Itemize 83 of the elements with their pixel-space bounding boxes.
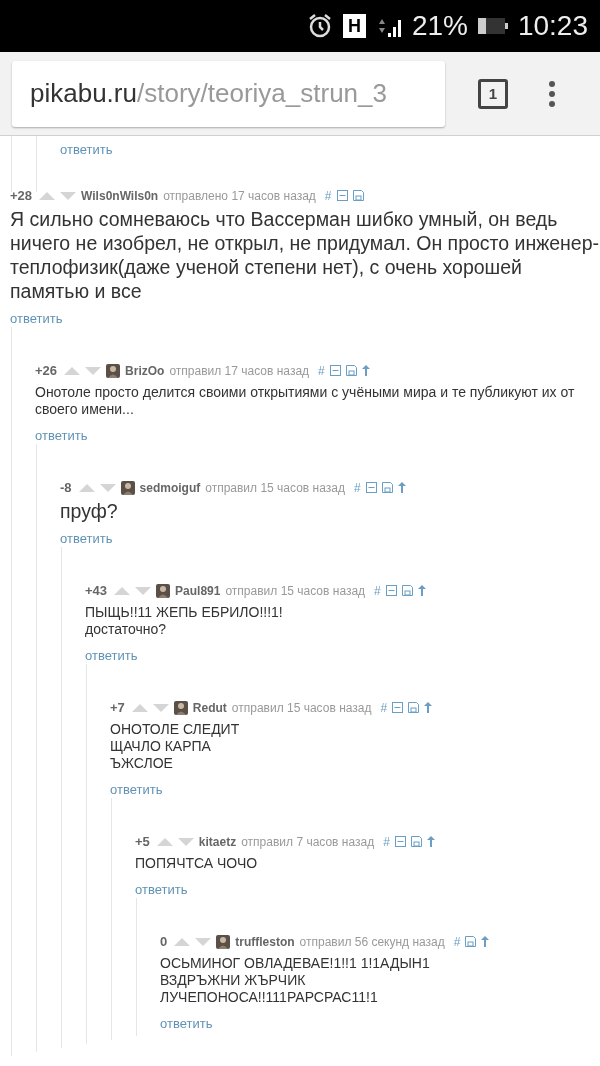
comment-score: +43 xyxy=(85,583,108,598)
comment-score: 0 xyxy=(160,934,168,949)
comment-author[interactable]: sedmoiguf xyxy=(139,480,201,495)
up-arrow-icon[interactable] xyxy=(397,482,406,493)
save-icon[interactable] xyxy=(352,190,364,201)
collapse-icon[interactable] xyxy=(385,585,397,596)
battery-percent: 21% xyxy=(411,10,468,42)
comment-meta: отправлено 17 часов назад xyxy=(163,188,316,203)
save-icon[interactable] xyxy=(408,702,420,713)
comment-author[interactable]: truffleston xyxy=(235,934,295,949)
comment-score: -8 xyxy=(60,480,72,495)
collapse-icon[interactable] xyxy=(365,482,377,493)
comment-author[interactable]: Redut xyxy=(192,700,227,715)
reply-link[interactable]: ответить xyxy=(85,648,138,663)
battery-icon xyxy=(477,16,508,36)
up-arrow-icon[interactable] xyxy=(426,836,435,847)
comment-author[interactable]: BrizOo xyxy=(125,363,165,378)
network-type-indicator: H xyxy=(342,14,366,38)
comment-meta: отправил 56 секунд назад xyxy=(299,934,445,949)
comment-score: +28 xyxy=(10,188,33,203)
collapse-icon[interactable] xyxy=(329,365,341,376)
save-icon[interactable] xyxy=(401,585,413,596)
comment-text: ОСЬМИНОГ ОВЛАДЕВАЕ!1!!1 1!1АДЫН1 ВЗДРЪЖНИ ЖЪРЧИК ЛУЧЕПОНОСА!!111РАРСРАС11!1 xyxy=(160,955,431,1006)
comment-text: ОНОТОЛЕ СЛЕДИТ ЩАЧЛО КАРПА ЪЖСЛОЕ xyxy=(110,721,241,772)
comment-author[interactable]: Paul891 xyxy=(175,583,221,598)
up-arrow-icon[interactable] xyxy=(361,365,370,376)
downvote-icon[interactable] xyxy=(177,837,194,846)
menu-icon[interactable] xyxy=(548,79,556,108)
downvote-icon[interactable] xyxy=(60,191,77,200)
comment-meta: отправил 15 часов назад xyxy=(225,583,366,598)
anchor-link[interactable]: # xyxy=(383,834,390,849)
comment-text: пруф? xyxy=(60,499,119,523)
comment-meta: отправил 15 часов назад xyxy=(205,480,345,495)
up-arrow-icon[interactable] xyxy=(417,585,426,596)
avatar-icon[interactable] xyxy=(156,583,171,598)
collapse-icon[interactable] xyxy=(392,702,404,713)
upvote-icon[interactable] xyxy=(114,586,131,595)
anchor-link[interactable]: # xyxy=(380,700,388,715)
upvote-icon[interactable] xyxy=(174,937,191,946)
reply-link[interactable]: ответить xyxy=(110,782,163,797)
avatar-icon[interactable] xyxy=(106,363,121,378)
comment-meta: отправил 7 часов назад xyxy=(241,834,375,849)
comment-text: ПОПЯЧТСА ЧОЧО xyxy=(135,855,259,872)
avatar-icon[interactable] xyxy=(216,934,231,949)
upvote-icon[interactable] xyxy=(156,837,173,846)
collapse-icon[interactable] xyxy=(394,836,406,847)
reply-link[interactable]: ответить xyxy=(60,531,113,546)
comment-author[interactable]: Wils0nWils0n xyxy=(81,188,159,203)
anchor-link[interactable]: # xyxy=(318,363,325,378)
up-arrow-icon[interactable] xyxy=(424,702,433,713)
save-icon[interactable] xyxy=(465,936,477,947)
avatar-icon[interactable] xyxy=(173,700,188,715)
upvote-icon[interactable] xyxy=(64,366,81,375)
comment-score: +26 xyxy=(35,363,58,378)
upvote-icon[interactable] xyxy=(131,703,148,712)
anchor-link[interactable]: # xyxy=(453,934,461,949)
reply-link[interactable]: ответить xyxy=(60,142,113,157)
anchor-link[interactable]: # xyxy=(374,583,381,598)
reply-link[interactable]: ответить xyxy=(10,311,63,326)
avatar-icon[interactable] xyxy=(120,480,135,495)
save-icon[interactable] xyxy=(381,482,393,493)
comment-meta: отправил 15 часов назад xyxy=(231,700,372,715)
clock-time: 10:23 xyxy=(517,10,588,42)
anchor-link[interactable]: # xyxy=(353,480,361,495)
anchor-link[interactable]: # xyxy=(324,188,332,203)
comment-text: ПЫЩЬ!!11 ЖЕПЬ ЕБРИЛО!!!1! достаточно? xyxy=(85,604,284,638)
up-arrow-icon[interactable] xyxy=(481,936,490,947)
save-icon[interactable] xyxy=(345,365,357,376)
collapse-icon[interactable] xyxy=(336,190,348,201)
save-icon[interactable] xyxy=(410,836,422,847)
reply-link[interactable]: ответить xyxy=(35,428,88,443)
comment-text: Я сильно сомневаюсь что Вассерман шибко умный, он ведь ничего не изобрел, не открыл, не придумал. Он просто инженер-теплофизик(даже ученой степени нет), с очень хорошей памятью и все xyxy=(10,207,600,303)
comment-score: +7 xyxy=(110,700,125,715)
upvote-icon[interactable] xyxy=(39,191,56,200)
tab-count-button[interactable]: 1 xyxy=(478,78,508,109)
reply-link[interactable]: ответить xyxy=(160,1016,213,1031)
comment-meta: отправил 17 часов назад xyxy=(169,363,310,378)
comment-author[interactable]: kitaetz xyxy=(198,834,237,849)
comment-score: +5 xyxy=(135,834,150,849)
upvote-icon[interactable] xyxy=(78,483,95,492)
url-field[interactable]: pikabu.ru/story/teoriya_strun_3 xyxy=(12,60,445,127)
comment-text: Онотоле просто делится своими открытиями с учёными мира и те публикуют их от своего имени... xyxy=(35,384,576,418)
reply-link[interactable]: ответить xyxy=(135,882,188,897)
